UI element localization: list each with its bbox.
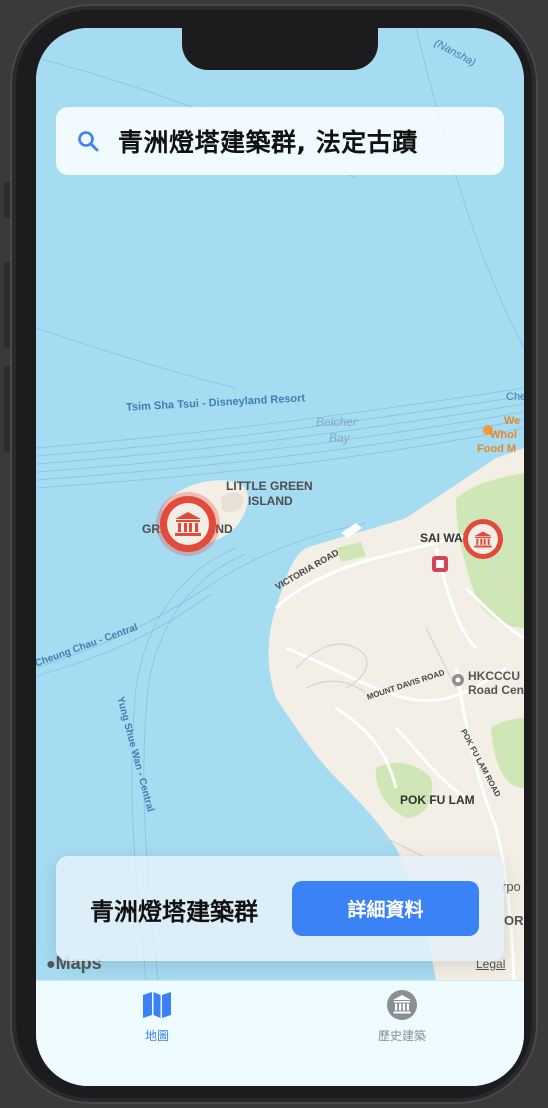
search-bar[interactable]: 青洲燈塔建築群, 法定古蹟: [56, 107, 504, 175]
little-green-island-label-2: ISLAND: [248, 494, 293, 508]
tab-bar: 地圖 歷史建築: [36, 980, 524, 1086]
mute-switch: [4, 182, 10, 218]
whole-foods-label-1: We: [504, 415, 521, 427]
pok-fu-lam-label: POK FU LAM: [400, 793, 475, 807]
search-icon: [78, 131, 99, 152]
museum-icon: [175, 512, 201, 536]
che-partial-label: Che: [506, 391, 524, 403]
rpo-partial-label: rpo: [502, 879, 521, 894]
search-query: 青洲燈塔建築群, 法定古蹟: [118, 128, 418, 157]
little-green-island-label-1: LITTLE GREEN: [226, 479, 313, 493]
belcher-bay-label-1: Belcher: [316, 415, 357, 429]
museum-icon: [387, 990, 417, 1020]
or-partial-label: OR: [504, 913, 524, 928]
whole-foods-label-3: Food M: [477, 443, 517, 455]
hkcccu-label-1: HKCCCU: [468, 669, 520, 683]
tab-historic-buildings[interactable]: 歷史建築: [342, 989, 462, 1044]
tab-historic-buildings-label: 歷史建築: [377, 1029, 426, 1043]
volume-up-button: [4, 262, 10, 348]
belcher-bay-label-2: Bay: [329, 431, 350, 445]
tab-map-label: 地圖: [144, 1029, 169, 1043]
map-icon: [143, 992, 171, 1018]
tab-map[interactable]: 地圖: [97, 989, 217, 1044]
details-button[interactable]: 詳細資料: [292, 881, 479, 936]
whole-foods-label-2: Whol: [490, 429, 517, 441]
apple-logo-icon: ●: [46, 956, 56, 973]
green-island-marker[interactable]: [160, 496, 216, 552]
sai-wan-marker[interactable]: [463, 519, 503, 559]
museum-icon: [474, 531, 492, 547]
volume-down-button: [4, 366, 10, 452]
screen: (Nansha) Tsim Sha Tsui - Disneyland Reso…: [36, 28, 524, 1086]
place-title: 青洲燈塔建築群: [90, 898, 258, 926]
hkcccu-label-2: Road Cen: [468, 683, 524, 697]
place-detail-card: 青洲燈塔建築群 詳細資料: [56, 856, 504, 961]
notch: [182, 28, 378, 70]
